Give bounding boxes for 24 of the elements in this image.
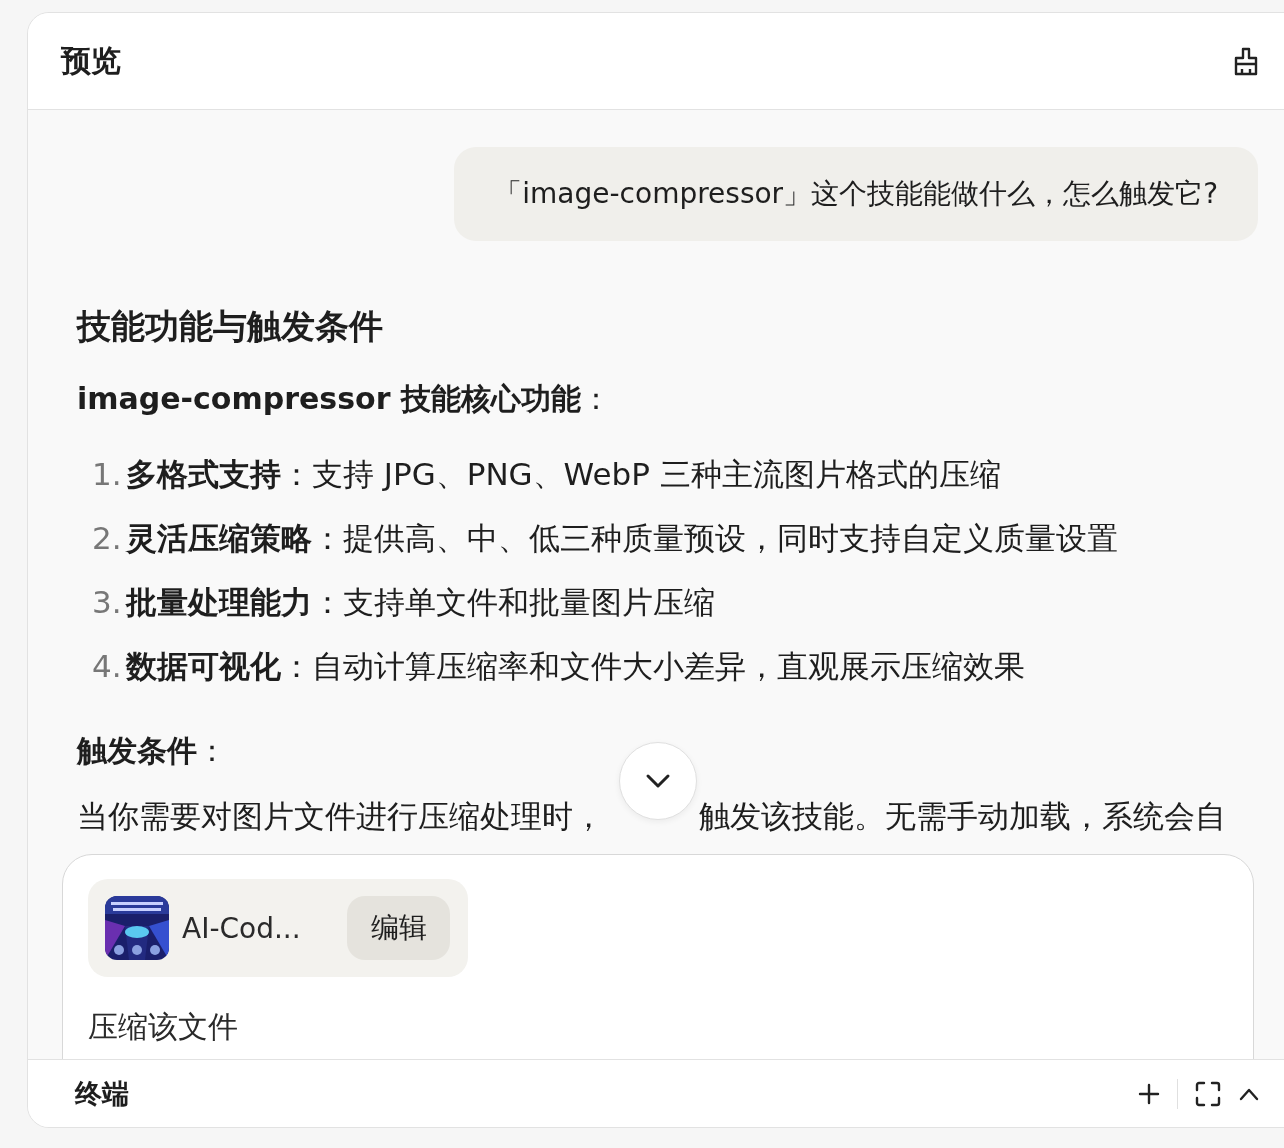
message-composer[interactable]: AI-Cod... 编辑 压缩该文件: [62, 854, 1254, 1059]
terminal-title: 终端: [75, 1076, 129, 1111]
list-number: 2.: [92, 519, 123, 558]
trigger-paragraph: 触发该技能。无需手动加载，系统会自: [699, 797, 1226, 836]
answer-heading: 技能功能与触发条件: [77, 305, 384, 348]
list-item-text: 多格式支持：支持 JPG、PNG、WebP 三种主流图片格式的压缩: [126, 455, 1001, 494]
broom-icon[interactable]: [1232, 46, 1260, 76]
list-number: 1.: [92, 455, 123, 494]
answer-subheading: image-compressor 技能核心功能：: [77, 380, 612, 418]
edit-button[interactable]: 编辑: [347, 896, 450, 960]
chevron-down-icon: [645, 773, 671, 789]
trigger-heading: 触发条件：: [77, 732, 228, 770]
attachment-name: AI-Cod...: [182, 911, 302, 945]
list-item-text: 数据可视化：自动计算压缩率和文件大小差异，直观展示压缩效果: [126, 647, 1025, 686]
panel-title: 预览: [61, 41, 121, 80]
message-input[interactable]: 压缩该文件: [88, 1007, 238, 1048]
list-number: 3.: [92, 583, 123, 622]
list-item-text: 批量处理能力：支持单文件和批量图片压缩: [126, 583, 715, 622]
user-message: 「image-compressor」这个技能能做什么，怎么触发它?: [454, 147, 1258, 241]
focus-frame-icon[interactable]: [1195, 1080, 1221, 1107]
plus-icon[interactable]: [1137, 1082, 1160, 1105]
trigger-paragraph: 当你需要对图片文件进行压缩处理时，: [77, 797, 604, 836]
list-number: 4.: [92, 647, 123, 686]
list-item-text: 灵活压缩策略：提供高、中、低三种质量预设，同时支持自定义质量设置: [126, 519, 1118, 558]
